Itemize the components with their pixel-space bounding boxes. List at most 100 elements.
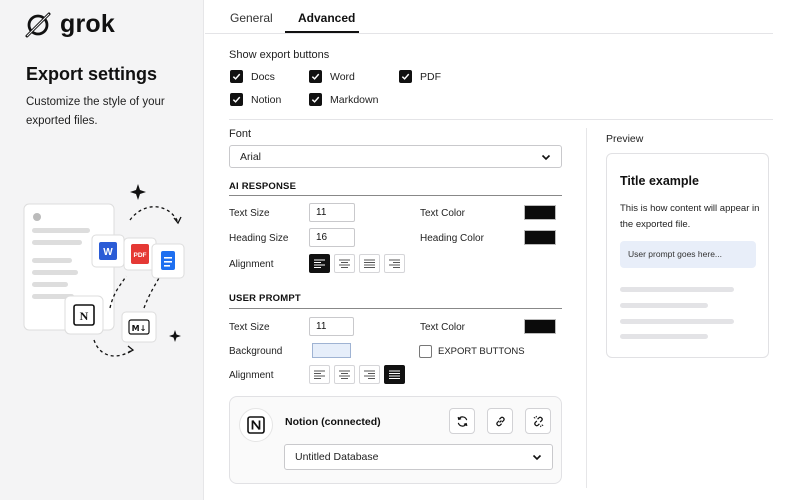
tab-bar: General Advanced bbox=[205, 0, 773, 34]
brand: grok bbox=[24, 10, 115, 39]
preview-title: Title example bbox=[620, 174, 699, 188]
notion-logo bbox=[239, 408, 273, 442]
font-label: Font bbox=[229, 128, 252, 140]
chevron-down-icon bbox=[532, 454, 542, 461]
page-description: Customize the style of your exported fil… bbox=[26, 96, 165, 127]
align-right-button[interactable] bbox=[359, 365, 380, 384]
checkbox-markdown[interactable]: Markdown bbox=[309, 93, 378, 106]
notion-icon bbox=[247, 416, 265, 434]
refresh-button[interactable] bbox=[449, 408, 475, 434]
settings-main: General Advanced Show export buttons Doc… bbox=[205, 0, 800, 500]
svg-text:N: N bbox=[80, 309, 89, 323]
svg-text:PDF: PDF bbox=[134, 252, 147, 259]
active-tab-indicator bbox=[285, 31, 359, 33]
checkbox-unchecked[interactable] bbox=[419, 345, 432, 358]
page-title: Export settings bbox=[26, 64, 158, 84]
notion-integration-card: Notion (connected) Untitled Database bbox=[229, 396, 562, 484]
ai-heading-size-input[interactable]: 16 bbox=[309, 228, 355, 247]
link-icon bbox=[495, 416, 505, 426]
divider bbox=[586, 128, 587, 488]
align-justify-button[interactable] bbox=[359, 254, 380, 273]
preview-label: Preview bbox=[606, 133, 644, 145]
grok-logo-icon bbox=[25, 12, 51, 37]
ai-heading-size-label: Heading Size bbox=[229, 233, 289, 244]
user-prompt-heading: USER PROMPT bbox=[229, 293, 301, 304]
preview-placeholder-line bbox=[620, 287, 734, 292]
preview-user-prompt: User prompt goes here... bbox=[620, 241, 756, 268]
font-select-value: Arial bbox=[240, 150, 262, 163]
checkbox-checked[interactable] bbox=[309, 93, 322, 106]
align-right-icon bbox=[389, 259, 400, 268]
align-justify-button[interactable] bbox=[384, 365, 405, 384]
preview-placeholder-line bbox=[620, 334, 708, 339]
export-buttons-label: Show export buttons bbox=[229, 49, 330, 61]
sparkle-icon bbox=[130, 184, 146, 200]
checkbox-word[interactable]: Word bbox=[309, 70, 355, 83]
preview-body: This is how content will appear in the e… bbox=[620, 203, 760, 230]
align-center-button[interactable] bbox=[334, 254, 355, 273]
align-left-button[interactable] bbox=[309, 365, 330, 384]
notion-database-value: Untitled Database bbox=[295, 451, 379, 463]
notion-title: Notion (connected) bbox=[285, 416, 381, 428]
divider bbox=[229, 119, 773, 120]
checkbox-label: Notion bbox=[251, 93, 282, 106]
checkbox-label: EXPORT BUTTONS bbox=[438, 346, 525, 357]
svg-text:M↓: M↓ bbox=[132, 324, 147, 333]
ai-text-size-label: Text Size bbox=[229, 208, 270, 219]
checkbox-docs[interactable]: Docs bbox=[230, 70, 275, 83]
checkbox-pdf[interactable]: PDF bbox=[399, 70, 441, 83]
align-justify-icon bbox=[364, 259, 375, 268]
export-illustration: W PDF N M↓ bbox=[23, 184, 185, 357]
ai-alignment-label: Alignment bbox=[229, 259, 274, 270]
checkbox-label: Word bbox=[330, 70, 355, 83]
preview-card: Title example This is how content will a… bbox=[606, 153, 769, 358]
checkbox-label: PDF bbox=[420, 70, 441, 83]
checkbox-checked[interactable] bbox=[309, 70, 322, 83]
refresh-icon bbox=[457, 415, 467, 427]
tab-advanced[interactable]: Advanced bbox=[298, 11, 355, 25]
align-left-icon bbox=[314, 370, 325, 379]
prompt-text-color-swatch[interactable] bbox=[524, 319, 556, 334]
checkbox-checked[interactable] bbox=[230, 93, 243, 106]
ai-heading-color-label: Heading Color bbox=[420, 233, 484, 244]
align-left-button[interactable] bbox=[309, 254, 330, 273]
align-left-icon bbox=[314, 259, 325, 268]
align-justify-icon bbox=[389, 370, 400, 379]
checkbox-label: Docs bbox=[251, 70, 275, 83]
checkbox-checked[interactable] bbox=[230, 70, 243, 83]
prompt-text-color-label: Text Color bbox=[420, 322, 466, 333]
divider bbox=[229, 195, 562, 196]
ai-alignment-group bbox=[309, 254, 405, 273]
svg-text:W: W bbox=[103, 247, 113, 258]
align-center-icon bbox=[339, 259, 350, 268]
ai-heading-color-swatch[interactable] bbox=[524, 230, 556, 245]
prompt-alignment-group bbox=[309, 365, 405, 384]
prompt-alignment-label: Alignment bbox=[229, 370, 274, 381]
brand-name: grok bbox=[60, 10, 115, 38]
checkbox-label: Markdown bbox=[330, 93, 379, 106]
unlink-icon bbox=[533, 415, 543, 427]
ai-text-color-swatch[interactable] bbox=[524, 205, 556, 220]
ai-text-color-label: Text Color bbox=[420, 208, 466, 219]
preview-placeholder-line bbox=[620, 319, 734, 324]
copy-link-button[interactable] bbox=[487, 408, 513, 434]
align-right-button[interactable] bbox=[384, 254, 405, 273]
checkbox-checked[interactable] bbox=[399, 70, 412, 83]
font-select[interactable]: Arial bbox=[229, 145, 562, 168]
checkbox-export-buttons[interactable]: EXPORT BUTTONS bbox=[419, 345, 525, 358]
ai-response-heading: AI RESPONSE bbox=[229, 181, 297, 192]
divider bbox=[229, 308, 562, 309]
prompt-background-swatch[interactable] bbox=[312, 343, 351, 358]
align-right-icon bbox=[364, 370, 375, 379]
sidebar-panel: grok Export settings Customize the style… bbox=[0, 0, 204, 500]
prompt-text-size-label: Text Size bbox=[229, 322, 270, 333]
ai-text-size-input[interactable]: 11 bbox=[309, 203, 355, 222]
disconnect-button[interactable] bbox=[525, 408, 551, 434]
prompt-background-label: Background bbox=[229, 346, 283, 357]
align-center-button[interactable] bbox=[334, 365, 355, 384]
tab-general[interactable]: General bbox=[230, 11, 273, 25]
notion-database-select[interactable]: Untitled Database bbox=[284, 444, 553, 470]
sparkle-icon bbox=[169, 330, 181, 342]
prompt-text-size-input[interactable]: 11 bbox=[309, 317, 354, 336]
checkbox-notion[interactable]: Notion bbox=[230, 93, 281, 106]
